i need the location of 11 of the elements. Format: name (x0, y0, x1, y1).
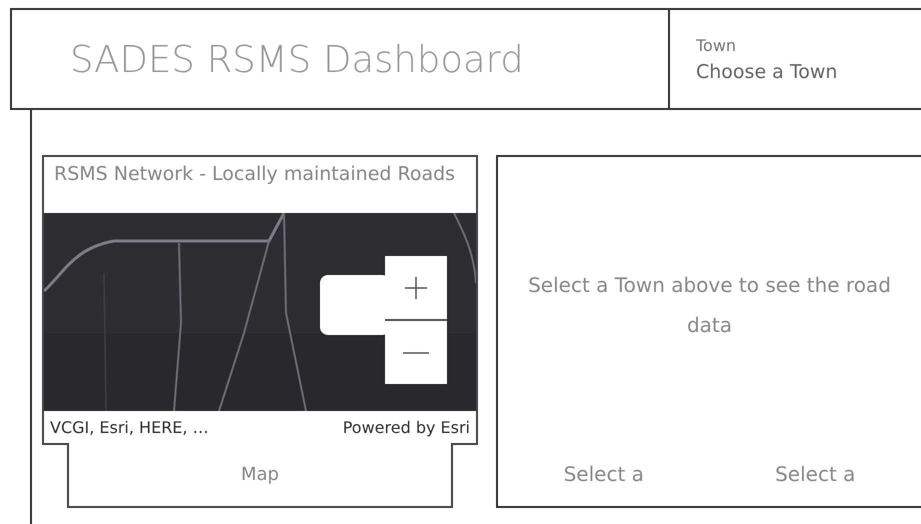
town-label: Town (696, 36, 738, 54)
selector-label[interactable]: Select a (775, 462, 856, 486)
minus-icon (403, 350, 429, 354)
map-tab[interactable]: Map (67, 443, 453, 508)
map-attribution: VCGI, Esri, HERE, … (50, 418, 209, 436)
info-message: Select a Town above to see the road data (527, 272, 892, 339)
selector-label[interactable]: Select a (564, 462, 644, 486)
powered-by-link[interactable]: Powered by Esri (342, 418, 470, 436)
dashboard-title: SADES RSMS Dashboard (12, 10, 670, 108)
plus-icon (404, 276, 428, 300)
town-dropdown[interactable]: Choose a Town (696, 60, 916, 82)
